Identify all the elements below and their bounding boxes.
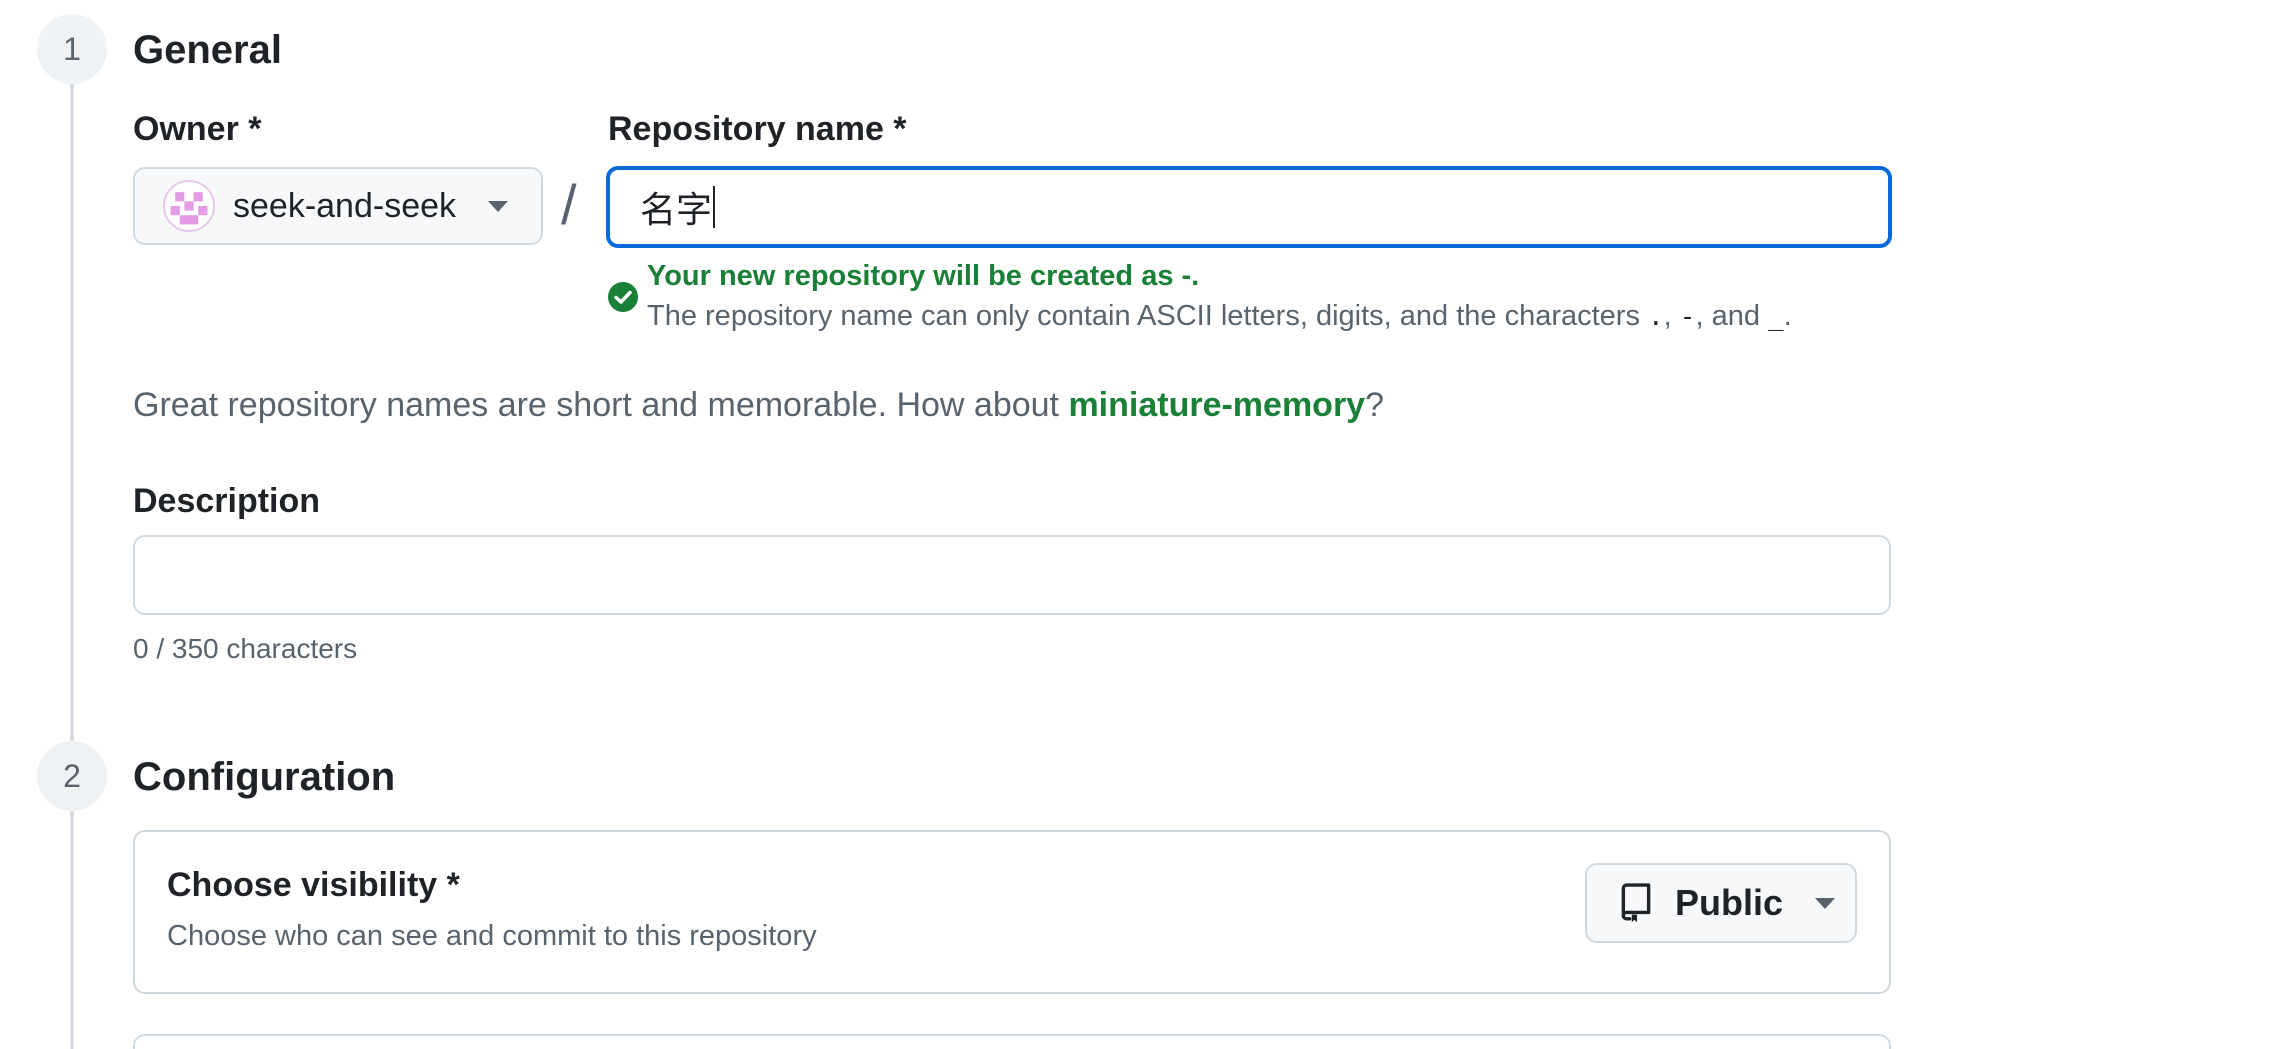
repo-name-value: 名字: [640, 189, 713, 230]
chevron-down-icon: [488, 200, 509, 212]
text-cursor: [713, 186, 716, 228]
owner-avatar: [163, 180, 215, 232]
create-repository-form: 1 General Owner * Repository name * seek…: [0, 0, 2292, 1049]
repo-name-hint: The repository name can only contain ASC…: [647, 300, 1792, 332]
step-number-2: 2: [37, 741, 107, 811]
description-input[interactable]: [133, 535, 1891, 615]
visibility-title: Choose visibility *: [167, 866, 460, 904]
visibility-card: Choose visibility * Choose who can see a…: [133, 830, 1891, 994]
section-title-configuration: Configuration: [133, 755, 396, 799]
visibility-selected: Public: [1675, 882, 1784, 923]
name-suggestion: Great repository names are short and mem…: [133, 386, 1385, 424]
hint-char-dot: .: [1648, 302, 1664, 332]
owner-label: Owner *: [133, 110, 262, 148]
visibility-subtitle: Choose who can see and commit to this re…: [167, 920, 817, 952]
repo-name-input[interactable]: 名字: [606, 166, 1892, 248]
next-config-card: [133, 1034, 1891, 1049]
section-title-general: General: [133, 28, 282, 72]
visibility-dropdown-button[interactable]: Public: [1585, 863, 1857, 943]
suggested-name-link[interactable]: miniature-memory: [1068, 386, 1365, 424]
description-label: Description: [133, 482, 321, 520]
hint-char-dash: -: [1679, 302, 1696, 332]
owner-dropdown-button[interactable]: seek-and-seek: [133, 167, 543, 245]
step-number-1: 1: [37, 14, 107, 84]
chevron-down-icon: [1815, 897, 1836, 909]
owner-repo-separator: /: [561, 173, 577, 236]
hint-char-underscore: _: [1768, 302, 1784, 332]
repo-name-success-message: Your new repository will be created as -…: [647, 260, 1200, 292]
owner-name: seek-and-seek: [233, 186, 457, 225]
repo-icon: [1621, 883, 1651, 922]
check-circle-icon: [608, 282, 638, 312]
identicon-icon: [166, 183, 212, 229]
description-char-count: 0 / 350 characters: [133, 633, 358, 664]
step-rail: [70, 82, 74, 1049]
repo-name-label: Repository name *: [608, 110, 907, 148]
